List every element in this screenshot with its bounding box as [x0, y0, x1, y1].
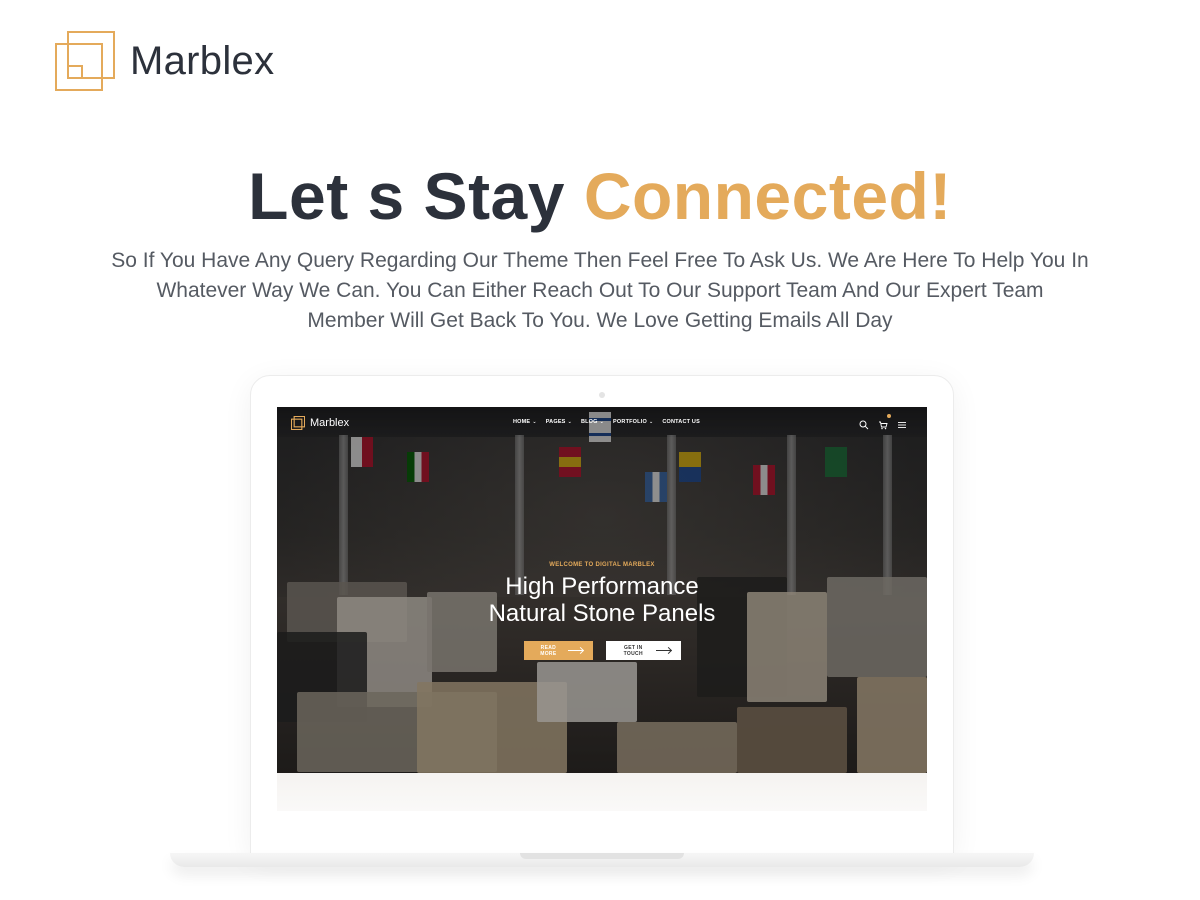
hero-buttons: READ MORE GET IN TOUCH	[277, 641, 927, 660]
chevron-down-icon: ⌄	[599, 419, 605, 425]
nav-item-portfolio[interactable]: PORTFOLIO ⌄	[613, 419, 653, 425]
headline-main: Let s Stay	[248, 159, 584, 233]
preview-hero: WELCOME TO DIGITAL MARBLEX High Performa…	[277, 562, 927, 660]
get-in-touch-button[interactable]: GET IN TOUCH	[605, 641, 681, 660]
hero-title-line: High Performance	[505, 573, 699, 600]
preview-brand-name: Marblex	[310, 417, 350, 429]
read-more-button[interactable]: READ MORE	[523, 641, 593, 660]
nav-item-contact-us[interactable]: CONTACT US	[662, 419, 700, 425]
intro-paragraph: So If You Have Any Query Regarding Our T…	[110, 246, 1090, 336]
intro-line: Whatever Way We Can. You Can Either Reac…	[156, 279, 1044, 302]
cart-badge	[887, 414, 891, 418]
preview-navbar: Marblex HOME ⌄ PAGES ⌄ BLOG ⌄ PORTFOLIO ⌄ CO…	[277, 407, 927, 439]
brand-header[interactable]: Marblex	[54, 30, 274, 92]
arrow-right-icon	[568, 650, 583, 651]
preview-nav-menu: HOME ⌄ PAGES ⌄ BLOG ⌄ PORTFOLIO ⌄ CONTACT US	[513, 419, 700, 425]
menu-icon[interactable]	[897, 417, 907, 428]
intro-line: So If You Have Any Query Regarding Our T…	[111, 249, 1089, 272]
overlapping-squares-logo-icon	[290, 415, 306, 431]
preview-nav-icons	[859, 414, 907, 430]
page-title: Let s Stay Connected!	[0, 158, 1200, 234]
hero-eyebrow: WELCOME TO DIGITAL MARBLEX	[549, 562, 655, 568]
hero-title-line: Natural Stone Panels	[488, 600, 716, 627]
cart-icon[interactable]	[878, 414, 891, 430]
brand-name: Marblex	[130, 38, 275, 83]
screen-lower-area	[277, 773, 927, 811]
headline-accent: Connected!	[583, 159, 952, 233]
search-icon[interactable]	[859, 417, 869, 430]
chevron-down-icon: ⌄	[648, 419, 654, 425]
nav-item-blog[interactable]: BLOG ⌄	[581, 419, 604, 425]
laptop-base-notch	[520, 853, 684, 859]
laptop-base	[170, 853, 1034, 867]
laptop-camera	[599, 392, 605, 398]
overlapping-squares-logo-icon	[54, 30, 116, 92]
chevron-down-icon: ⌄	[532, 419, 537, 425]
nav-item-home[interactable]: HOME ⌄	[513, 419, 537, 425]
intro-line: Member Will Get Back To You. We Love Get…	[307, 309, 893, 332]
hero-title: High Performance Natural Stone Panels	[277, 573, 927, 627]
nav-item-pages[interactable]: PAGES ⌄	[546, 419, 572, 425]
chevron-down-icon: ⌄	[567, 419, 572, 425]
arrow-right-icon	[656, 650, 671, 651]
website-preview-screen: Marblex HOME ⌄ PAGES ⌄ BLOG ⌄ PORTFOLIO ⌄ CO…	[277, 407, 927, 773]
preview-brand[interactable]: Marblex	[290, 415, 350, 431]
